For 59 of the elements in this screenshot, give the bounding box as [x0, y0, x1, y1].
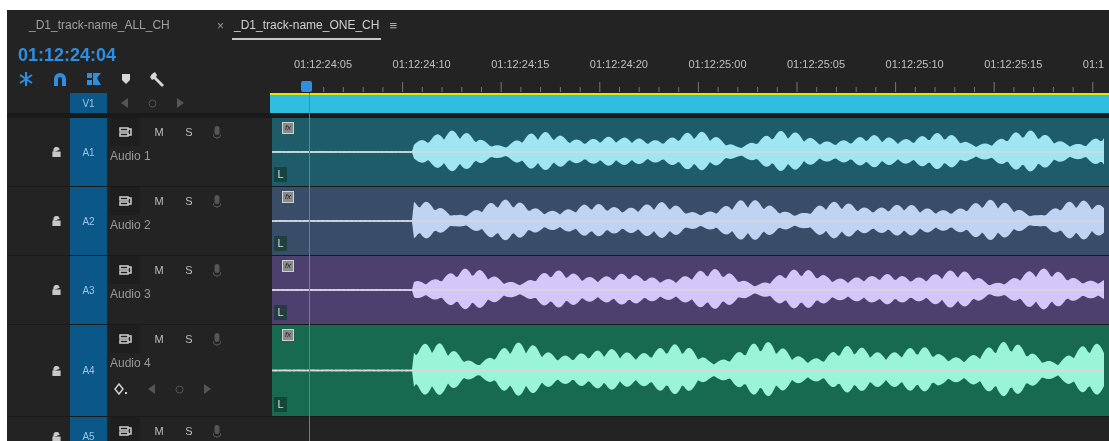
mute-button[interactable]: M	[152, 261, 166, 279]
tab[interactable]: _D1_track-name_ALL_CH	[27, 12, 172, 40]
lock-icon[interactable]	[52, 431, 61, 441]
fx-badge[interactable]: fx	[282, 191, 294, 203]
marker-icon[interactable]	[121, 73, 131, 85]
sync-lock-icon[interactable]	[118, 334, 132, 344]
solo-button[interactable]: S	[182, 123, 196, 141]
sync-lock-icon[interactable]	[118, 426, 132, 436]
track-name: Audio 3	[110, 286, 152, 303]
wrench-icon[interactable]	[150, 71, 166, 87]
keyframe-icon[interactable]	[114, 383, 128, 395]
track-target-button[interactable]: A5	[70, 417, 107, 441]
channel-label: L	[274, 167, 287, 182]
channel-label: L	[274, 397, 287, 412]
lock-icon[interactable]	[52, 365, 61, 376]
ruler-label: 01:12:25:15	[984, 57, 1043, 72]
fx-badge[interactable]: fx	[282, 260, 294, 272]
track-target-button[interactable]: A3	[70, 256, 107, 324]
sync-lock-icon[interactable]	[118, 127, 132, 137]
solo-button[interactable]: S	[182, 330, 196, 348]
magnet-icon[interactable]	[53, 72, 67, 86]
track-name: Audio 1	[110, 148, 152, 165]
track-target-button[interactable]: A4	[70, 325, 107, 416]
solo-button[interactable]: S	[182, 422, 196, 440]
lock-icon[interactable]	[52, 216, 61, 226]
ruler-label: 01:12:25:10	[885, 57, 944, 72]
track-name: Audio 2	[110, 217, 152, 234]
tab[interactable]: _D1_track-name_ONE_CH	[232, 12, 382, 40]
sync-lock-icon[interactable]	[118, 196, 132, 206]
channel-label: L	[274, 236, 287, 251]
lock-icon[interactable]	[52, 147, 61, 157]
timecode[interactable]: 01:12:24:04	[18, 45, 259, 65]
solo-button[interactable]: S	[182, 192, 196, 210]
snowflake-icon[interactable]	[18, 71, 34, 87]
ruler-label: 01:12:25:05	[787, 57, 846, 72]
fx-badge[interactable]: fx	[282, 122, 294, 134]
close-icon[interactable]: ×	[217, 17, 224, 35]
mute-button[interactable]: M	[152, 123, 166, 141]
track-name: Audio 4	[110, 355, 152, 372]
mute-button[interactable]: M	[152, 330, 166, 348]
mute-button[interactable]: M	[152, 422, 166, 440]
mute-button[interactable]: M	[152, 192, 166, 210]
track-target-button[interactable]: V1	[70, 93, 107, 113]
track-target-button[interactable]: A1	[70, 118, 107, 186]
solo-button[interactable]: S	[182, 261, 196, 279]
channel-label: L	[274, 305, 287, 320]
track-target-button[interactable]: A2	[70, 187, 107, 255]
ruler-label: 01:12:24:05	[294, 57, 353, 72]
linked-selection-icon[interactable]	[86, 71, 102, 87]
ruler-label: 01:12:25:00	[688, 57, 747, 72]
menu-icon[interactable]: ≡	[389, 16, 397, 36]
lock-icon[interactable]	[52, 285, 61, 295]
ruler-label: 01:12:24:10	[392, 57, 451, 72]
sync-lock-icon[interactable]	[118, 265, 132, 275]
playhead-handle[interactable]	[301, 81, 312, 92]
ruler-label: 01:12:24:15	[491, 57, 550, 72]
ruler-label: 01:1	[1082, 57, 1105, 72]
ruler-label: 01:12:24:20	[589, 57, 648, 72]
fx-badge[interactable]: fx	[282, 329, 294, 341]
